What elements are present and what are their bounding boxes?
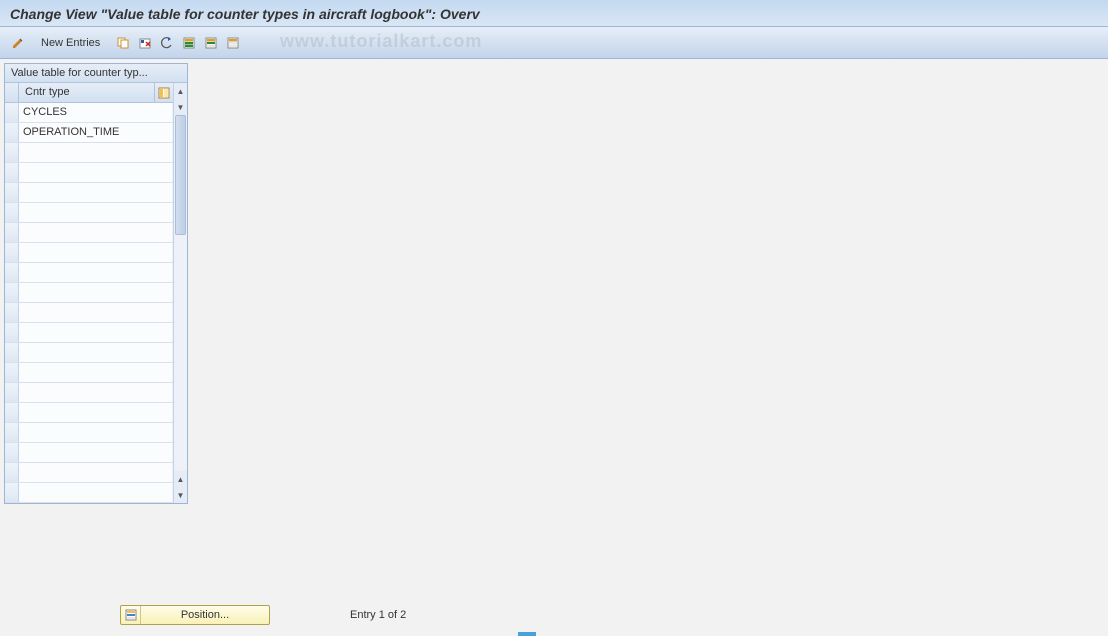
table-row — [5, 343, 173, 363]
position-label: Position... — [141, 609, 269, 621]
table-row — [5, 163, 173, 183]
table-row: CYCLES — [5, 103, 173, 123]
table-row — [5, 143, 173, 163]
row-selector[interactable] — [5, 423, 19, 442]
row-selector[interactable] — [5, 483, 19, 502]
cell-cntr-type[interactable] — [19, 363, 173, 382]
row-selector[interactable] — [5, 203, 19, 222]
entry-status: Entry 1 of 2 — [350, 609, 406, 621]
toggle-edit-icon[interactable] — [8, 33, 28, 53]
cell-cntr-type[interactable] — [19, 483, 173, 502]
cell-cntr-type[interactable] — [19, 203, 173, 222]
table-row — [5, 483, 173, 503]
cell-cntr-type[interactable] — [19, 183, 173, 202]
cell-cntr-type[interactable] — [19, 443, 173, 462]
undo-icon[interactable] — [157, 33, 177, 53]
cell-cntr-type[interactable] — [19, 323, 173, 342]
cell-cntr-type[interactable] — [19, 283, 173, 302]
cell-cntr-type[interactable] — [19, 263, 173, 282]
row-selector[interactable] — [5, 323, 19, 342]
select-block-icon[interactable] — [201, 33, 221, 53]
cell-cntr-type[interactable] — [19, 223, 173, 242]
table-row — [5, 443, 173, 463]
scroll-thumb[interactable] — [175, 115, 186, 235]
vertical-scrollbar[interactable]: ▲ ▼ ▲ ▼ — [173, 83, 187, 503]
scroll-track[interactable] — [174, 115, 187, 471]
row-selector[interactable] — [5, 163, 19, 182]
row-selector[interactable] — [5, 263, 19, 282]
row-selector[interactable] — [5, 383, 19, 402]
table-row — [5, 423, 173, 443]
scroll-up-icon[interactable]: ▲ — [175, 85, 187, 97]
cell-cntr-type[interactable] — [19, 243, 173, 262]
row-selector[interactable] — [5, 123, 19, 142]
position-icon — [121, 606, 141, 624]
table-row — [5, 203, 173, 223]
cell-cntr-type[interactable] — [19, 163, 173, 182]
row-selector[interactable] — [5, 223, 19, 242]
cell-cntr-type[interactable] — [19, 143, 173, 162]
row-selector[interactable] — [5, 103, 19, 122]
table-row — [5, 383, 173, 403]
row-selector[interactable] — [5, 143, 19, 162]
page-title: Change View "Value table for counter typ… — [10, 6, 480, 22]
row-selector[interactable] — [5, 403, 19, 422]
column-config-icon[interactable] — [155, 83, 173, 102]
table-row — [5, 303, 173, 323]
position-button[interactable]: Position... — [120, 605, 270, 625]
status-accent — [518, 632, 536, 636]
watermark-text: www.tutorialkart.com — [280, 31, 482, 52]
table-row — [5, 183, 173, 203]
row-selector[interactable] — [5, 363, 19, 382]
new-entries-label: New Entries — [41, 37, 100, 49]
grid-container: Cntr type CYCLESOPERATION_TIME ▲ ▼ — [5, 83, 187, 503]
row-selector[interactable] — [5, 343, 19, 362]
new-entries-button[interactable]: New Entries — [30, 32, 111, 54]
row-selector[interactable] — [5, 443, 19, 462]
scroll-down-icon[interactable]: ▼ — [175, 101, 187, 113]
cell-cntr-type[interactable] — [19, 343, 173, 362]
counter-type-panel: Value table for counter typ... Cntr type… — [4, 63, 188, 504]
scroll-down2-icon[interactable]: ▼ — [175, 489, 187, 501]
table-row — [5, 463, 173, 483]
grid-header-row: Cntr type — [5, 83, 173, 103]
copy-icon[interactable] — [113, 33, 133, 53]
row-selector[interactable] — [5, 283, 19, 302]
table-row: OPERATION_TIME — [5, 123, 173, 143]
title-bar: Change View "Value table for counter typ… — [0, 0, 1108, 27]
table-row — [5, 283, 173, 303]
grid-body: Cntr type CYCLESOPERATION_TIME — [5, 83, 173, 503]
cell-cntr-type[interactable] — [19, 303, 173, 322]
cell-cntr-type[interactable] — [19, 423, 173, 442]
cell-cntr-type[interactable]: OPERATION_TIME — [19, 123, 173, 142]
delete-icon[interactable] — [135, 33, 155, 53]
status-strip — [0, 626, 1108, 636]
deselect-all-icon[interactable] — [223, 33, 243, 53]
table-row — [5, 363, 173, 383]
table-row — [5, 223, 173, 243]
table-row — [5, 323, 173, 343]
main-content-area: Value table for counter typ... Cntr type… — [0, 59, 1108, 591]
scroll-up2-icon[interactable]: ▲ — [175, 473, 187, 485]
column-header-cntr-type[interactable]: Cntr type — [19, 83, 155, 102]
select-all-icon[interactable] — [179, 33, 199, 53]
cell-cntr-type[interactable]: CYCLES — [19, 103, 173, 122]
cell-cntr-type[interactable] — [19, 383, 173, 402]
row-selector-header[interactable] — [5, 83, 19, 102]
row-selector[interactable] — [5, 463, 19, 482]
app-toolbar: New Entries — [0, 27, 1108, 59]
table-row — [5, 263, 173, 283]
cell-cntr-type[interactable] — [19, 463, 173, 482]
panel-title: Value table for counter typ... — [5, 64, 187, 83]
table-row — [5, 403, 173, 423]
cell-cntr-type[interactable] — [19, 403, 173, 422]
row-selector[interactable] — [5, 303, 19, 322]
row-selector[interactable] — [5, 243, 19, 262]
grid-rows: CYCLESOPERATION_TIME — [5, 103, 173, 503]
row-selector[interactable] — [5, 183, 19, 202]
table-row — [5, 243, 173, 263]
